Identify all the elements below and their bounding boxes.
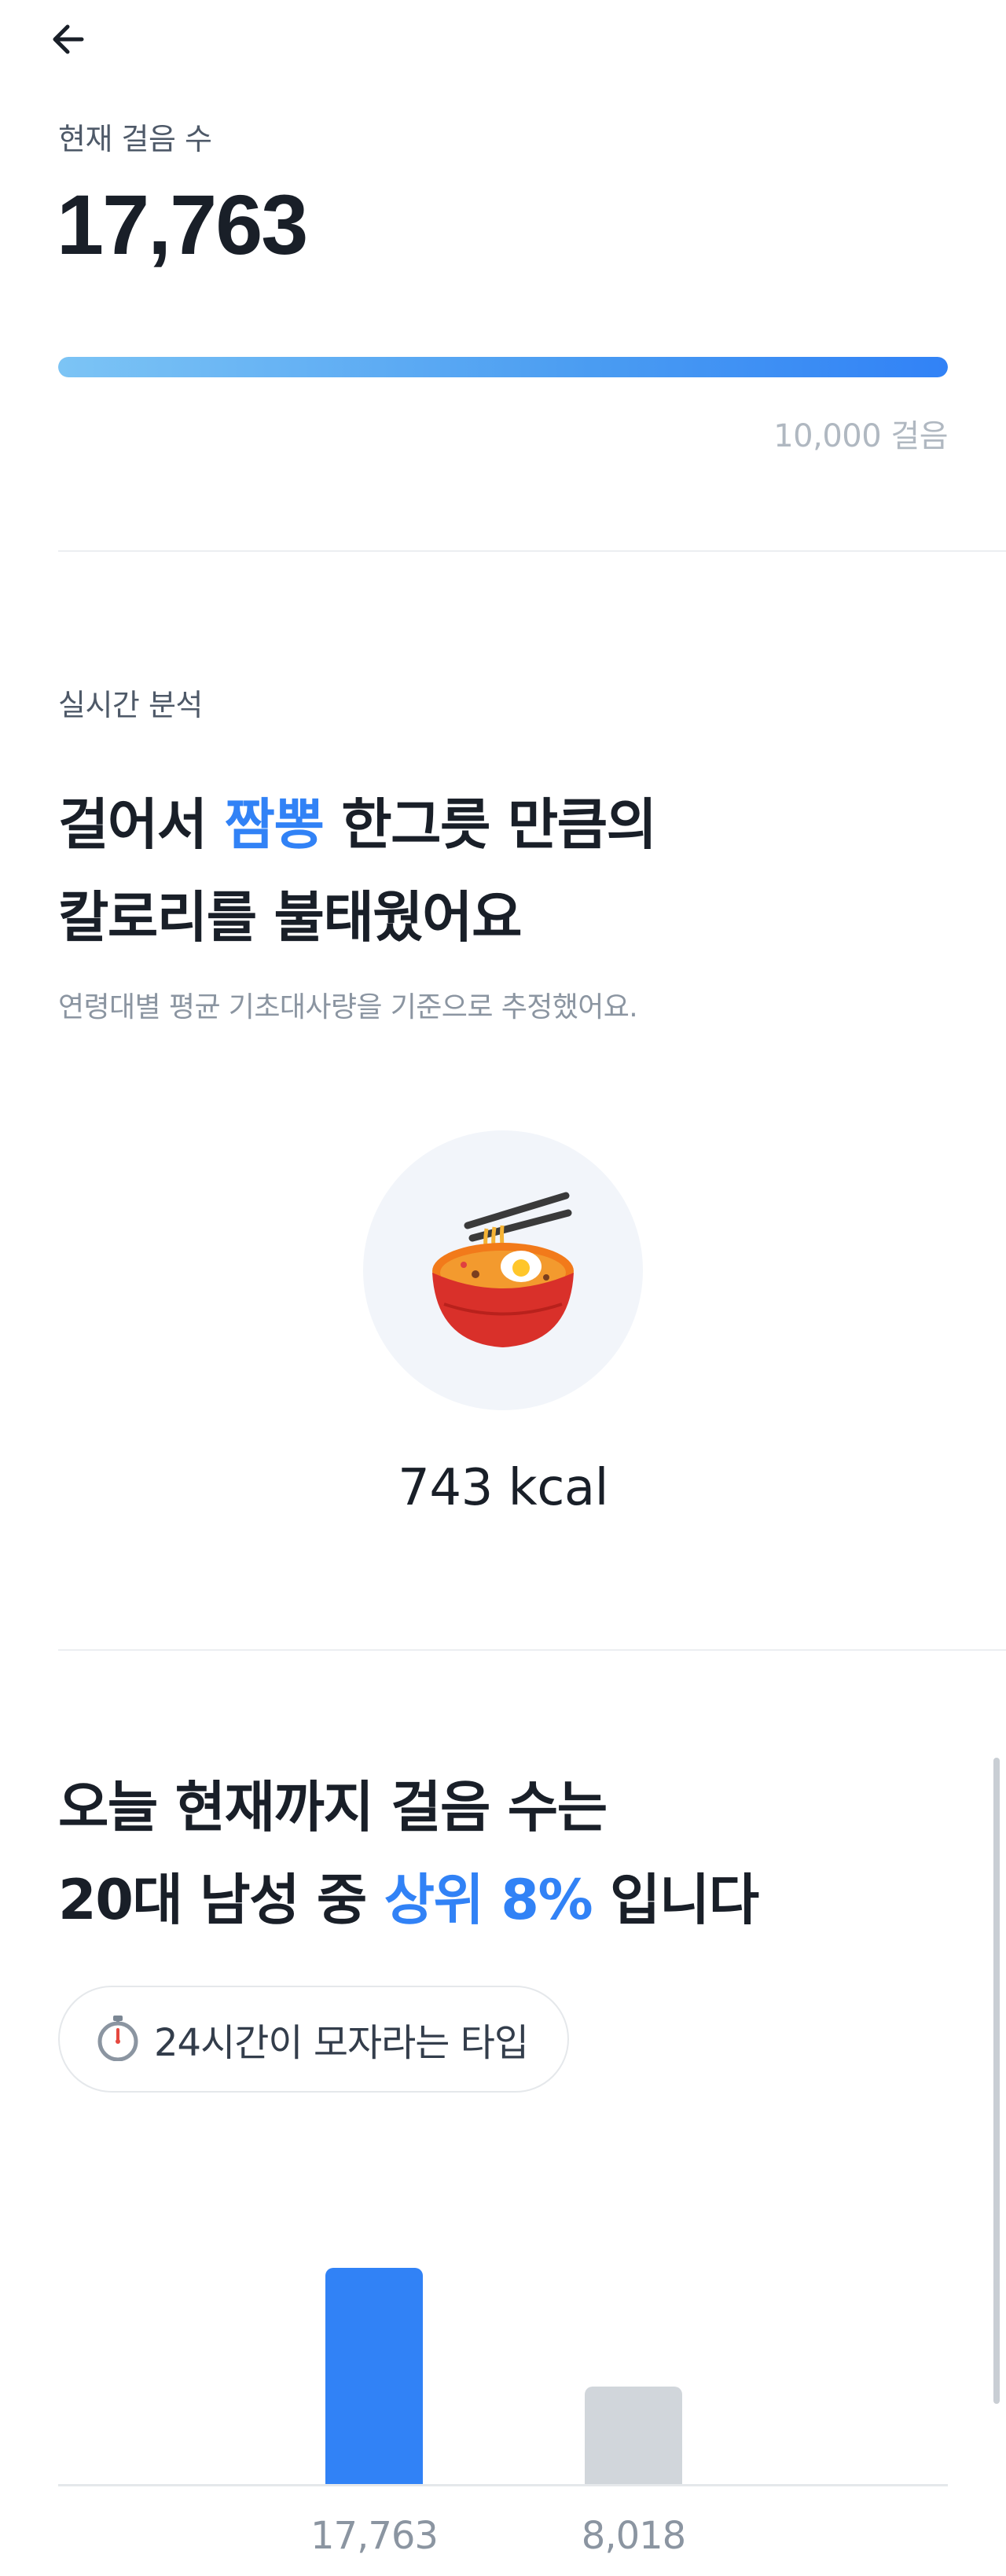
headline-text: 걸어서 <box>58 792 225 857</box>
step-count-label: 현재 걸음 수 <box>58 122 212 156</box>
rank-headline-line1: 오늘 현재까지 걸음 수는 <box>58 1775 608 1839</box>
bar-value-label: 8,018 <box>581 2514 686 2558</box>
food-name-highlight: 짬뽕 <box>224 792 325 857</box>
rank-headline-text: 입니다 <box>592 1868 759 1932</box>
bar-average-steps <box>585 2387 682 2484</box>
bar-my-steps <box>325 2268 423 2484</box>
calorie-headline: 걸어서 짬뽕 한그릇 만큼의 칼로리를 불태웠어요 <box>58 778 962 964</box>
rank-headline: 오늘 현재까지 걸음 수는 20대 남성 중 상위 8% 입니다 <box>58 1761 962 1946</box>
back-button[interactable] <box>38 9 101 72</box>
rank-headline-text: 20대 남성 중 <box>58 1868 384 1932</box>
arrow-left-icon <box>47 17 91 64</box>
chart-baseline <box>58 2484 948 2486</box>
rank-percentile-highlight: 상위 8% <box>384 1868 593 1932</box>
food-illustration <box>363 1130 643 1410</box>
noodle-bowl-icon <box>428 1186 578 1354</box>
analysis-section-label: 실시간 분석 <box>58 688 203 722</box>
calorie-value: 743 kcal <box>398 1459 608 1517</box>
type-badge: 24시간이 모자라는 타입 <box>58 1986 569 2093</box>
step-count-value: 17,763 <box>57 177 308 272</box>
type-badge-label: 24시간이 모자라는 타입 <box>154 2021 529 2065</box>
scrollbar[interactable] <box>993 1758 1000 2404</box>
section-divider <box>58 550 1006 552</box>
stopwatch-icon <box>94 2014 141 2064</box>
step-goal-label: 10,000 걸음 <box>773 418 948 454</box>
bar-value-label: 17,763 <box>310 2514 439 2558</box>
step-progress-fill <box>58 357 948 377</box>
step-progress-bar <box>58 357 948 377</box>
section-divider <box>58 1649 1006 1651</box>
headline-line2: 칼로리를 불태웠어요 <box>58 885 522 950</box>
headline-text: 한그릇 만큼의 <box>323 792 657 857</box>
estimation-note: 연령대별 평균 기초대사량을 기준으로 추정했어요. <box>58 991 638 1023</box>
